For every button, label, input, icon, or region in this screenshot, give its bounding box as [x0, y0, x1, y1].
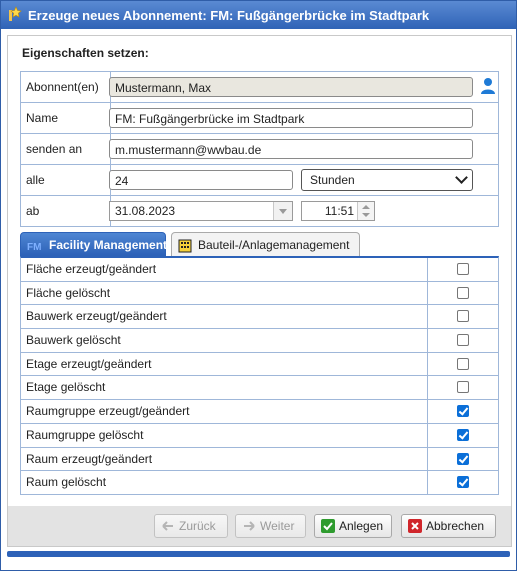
- section-heading: Eigenschaften setzen:: [22, 46, 149, 60]
- event-label: Raum erzeugt/geändert: [26, 451, 153, 466]
- tab-facility-management-label: Facility Management: [49, 238, 168, 252]
- checkbox-cell: [427, 305, 499, 329]
- building-icon: [178, 239, 192, 253]
- start-time-spinner[interactable]: 11:51: [301, 201, 375, 221]
- spin-down-icon[interactable]: [362, 213, 370, 217]
- svg-text:FM: FM: [27, 242, 41, 252]
- send-to-row: senden an m.mustermann@wwbau.de: [21, 134, 498, 165]
- event-checkbox[interactable]: [457, 334, 469, 347]
- fm-icon: FM: [27, 242, 41, 252]
- tab-facility-management[interactable]: FM Facility Management: [20, 232, 168, 256]
- date-dropdown-icon[interactable]: [273, 202, 292, 220]
- event-checkbox[interactable]: [457, 357, 469, 370]
- interval-unit-select[interactable]: Stunden: [301, 169, 473, 191]
- button-bar: Zurück Weiter Anlegen Abbrechen: [7, 506, 512, 547]
- event-table: Fläche erzeugt/geändert Fläche gelöscht …: [20, 256, 499, 495]
- table-row: Raumgruppe erzeugt/geändert: [21, 400, 498, 424]
- subscriber-row: Abonnent(en) Mustermann, Max: [21, 72, 498, 103]
- start-time-value: 11:51: [324, 204, 354, 218]
- checkbox-cell: [427, 352, 499, 376]
- tab-component-management[interactable]: Bauteil-/Anlagemanagement: [171, 232, 360, 256]
- table-row: Fläche gelöscht: [21, 281, 499, 306]
- person-icon[interactable]: [480, 77, 496, 95]
- event-label: Fläche gelöscht: [26, 285, 111, 300]
- checkbox-cell: [427, 258, 499, 281]
- event-label: Raumgruppe erzeugt/geändert: [26, 404, 190, 419]
- name-input[interactable]: FM: Fußgängerbrücke im Stadtpark: [109, 108, 473, 128]
- chevron-down-icon: [455, 171, 468, 184]
- interval-unit-value: Stunden: [310, 173, 355, 187]
- table-row: Raumgruppe gelöscht: [21, 423, 499, 448]
- interval-label: alle: [21, 165, 111, 195]
- arrow-right-icon: [244, 521, 255, 531]
- tab-bar: FM Facility Management Bauteil-/Anlagema…: [20, 232, 497, 256]
- table-row: Bauwerk erzeugt/geändert: [21, 305, 499, 330]
- cancel-button[interactable]: Abbrechen: [401, 514, 496, 538]
- create-button-label: Anlegen: [339, 519, 384, 533]
- bottom-accent-bar: [7, 551, 510, 557]
- table-row: Etage erzeugt/geändert: [21, 352, 499, 377]
- subscriber-label: Abonnent(en): [21, 72, 111, 102]
- event-checkbox[interactable]: [457, 286, 469, 299]
- cancel-button-label: Abbrechen: [426, 519, 485, 533]
- event-label: Bauwerk erzeugt/geändert: [26, 309, 167, 324]
- tab-component-management-label: Bauteil-/Anlagemanagement: [198, 238, 350, 252]
- table-row: Raum gelöscht: [21, 471, 498, 494]
- event-checkbox[interactable]: [457, 381, 469, 394]
- back-button-label: Zurück: [179, 519, 216, 533]
- start-label: ab: [21, 196, 111, 226]
- event-label: Etage erzeugt/geändert: [26, 356, 152, 371]
- cancel-x-icon: [408, 519, 422, 533]
- event-checkbox[interactable]: [457, 452, 469, 465]
- event-label: Bauwerk gelöscht: [26, 333, 121, 348]
- event-label: Raumgruppe gelöscht: [26, 427, 144, 442]
- send-to-label: senden an: [21, 134, 111, 164]
- start-date-value: 31.08.2023: [115, 204, 176, 218]
- dialog-title: Erzeuge neues Abonnement: FM: Fußgängerb…: [28, 8, 430, 23]
- name-row: Name FM: Fußgängerbrücke im Stadtpark: [21, 103, 498, 134]
- start-row: ab 31.08.2023 11:51: [21, 196, 498, 226]
- arrow-left-icon: [162, 521, 173, 531]
- checkbox-cell: [427, 471, 499, 494]
- spinner-arrows[interactable]: [357, 202, 374, 220]
- start-date-picker[interactable]: 31.08.2023: [109, 201, 293, 221]
- dialog-body: Eigenschaften setzen: Abonnent(en) Muste…: [7, 35, 512, 507]
- checkbox-cell: [427, 423, 499, 447]
- interval-row: alle 24 Stunden: [21, 165, 498, 196]
- back-button[interactable]: Zurück: [154, 514, 228, 538]
- spin-up-icon[interactable]: [362, 205, 370, 209]
- table-row: Fläche erzeugt/geändert: [21, 258, 498, 282]
- new-subscription-icon: [9, 6, 22, 21]
- next-button[interactable]: Weiter: [235, 514, 306, 538]
- name-label: Name: [21, 103, 111, 133]
- event-label: Etage gelöscht: [26, 380, 106, 395]
- interval-input[interactable]: 24: [109, 170, 293, 190]
- subscriber-field: Mustermann, Max: [109, 77, 473, 97]
- event-checkbox[interactable]: [457, 428, 469, 441]
- event-checkbox[interactable]: [457, 405, 469, 418]
- next-button-label: Weiter: [260, 519, 295, 533]
- create-button[interactable]: Anlegen: [314, 514, 392, 538]
- title-bar[interactable]: Erzeuge neues Abonnement: FM: Fußgängerb…: [1, 1, 516, 29]
- table-row: Etage gelöscht: [21, 376, 499, 401]
- event-label: Raum gelöscht: [26, 475, 107, 490]
- subscription-dialog: Erzeuge neues Abonnement: FM: Fußgängerb…: [0, 0, 517, 571]
- checkbox-cell: [427, 281, 499, 305]
- checkmark-icon: [321, 519, 335, 533]
- event-checkbox[interactable]: [457, 476, 469, 489]
- properties-form: Abonnent(en) Mustermann, Max Name FM: Fu…: [20, 71, 499, 227]
- event-checkbox[interactable]: [457, 310, 469, 323]
- send-to-input[interactable]: m.mustermann@wwbau.de: [109, 139, 473, 159]
- checkbox-cell: [427, 376, 499, 400]
- table-row: Raum erzeugt/geändert: [21, 447, 499, 472]
- checkbox-cell: [427, 400, 499, 423]
- event-label: Fläche erzeugt/geändert: [26, 262, 157, 276]
- checkbox-cell: [427, 329, 499, 352]
- checkbox-cell: [427, 447, 499, 471]
- table-row: Bauwerk gelöscht: [21, 329, 498, 353]
- event-checkbox[interactable]: [457, 263, 469, 275]
